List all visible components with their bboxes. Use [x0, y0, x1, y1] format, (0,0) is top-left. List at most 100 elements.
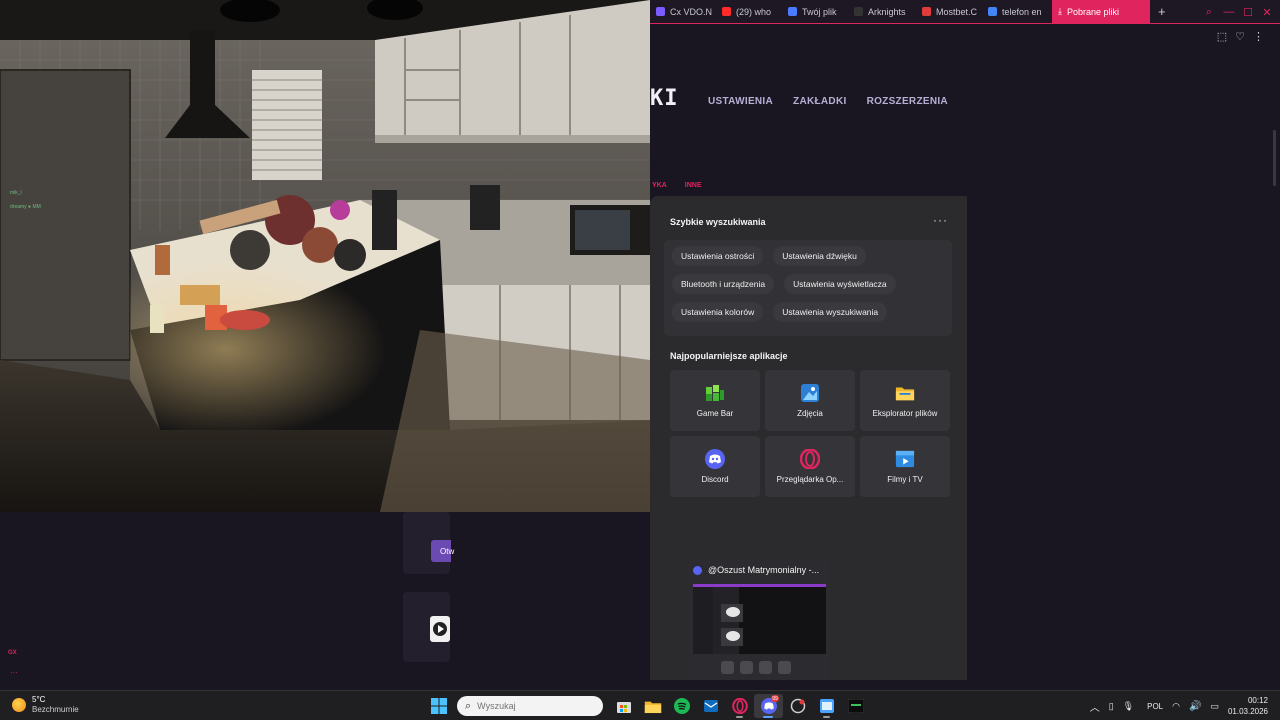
browser-tab[interactable]: Cx VDO.N: [650, 0, 716, 24]
browser-tab[interactable]: Twój plik: [782, 0, 848, 24]
system-tray: ︿ ▯ 🎙 POL ◠ 🔊 ▭ 00:12 01.03.2026: [1090, 691, 1280, 720]
app-label: Przeglądarka Op...: [776, 475, 844, 484]
browser-tab[interactable]: Arknights: [848, 0, 916, 24]
sub-link-other[interactable]: INNE: [685, 182, 702, 189]
sub-link-1[interactable]: YKA: [652, 182, 667, 189]
opera-gx-icon: [731, 698, 748, 714]
microphone-icon[interactable]: [740, 661, 753, 674]
clock[interactable]: 00:12 01.03.2026: [1228, 695, 1268, 717]
close-button[interactable]: ✕: [1258, 0, 1276, 24]
game-overlay-text: mik_l dreamy ● MM: [10, 186, 41, 214]
game-bar-icon: [705, 383, 725, 403]
taskbar-opera-gx[interactable]: [725, 694, 754, 718]
windows-icon: [430, 698, 447, 714]
app-game-bar[interactable]: Game Bar: [670, 370, 760, 431]
tab-label: (29) who: [736, 6, 772, 17]
taskbar-mail[interactable]: [696, 694, 725, 718]
more-options-icon[interactable]: ···: [933, 213, 948, 227]
nav-extensions[interactable]: ROZSZERZENIA: [867, 96, 948, 107]
window-app-icon: [819, 699, 834, 713]
page-title: KI: [650, 86, 679, 111]
nav-bookmarks[interactable]: ZAKŁADKI: [793, 96, 847, 107]
camera-icon[interactable]: [721, 661, 734, 674]
opera-icon: [800, 449, 820, 469]
disconnect-icon[interactable]: [778, 661, 791, 674]
chip-bluetooth-devices[interactable]: Bluetooth i urządzenia: [672, 274, 775, 294]
chip-color-settings[interactable]: Ustawienia kolorów: [672, 302, 764, 322]
chip-search-settings[interactable]: Ustawienia wyszukiwania: [773, 302, 888, 322]
maximize-button[interactable]: ☐: [1239, 0, 1257, 24]
menu-icon[interactable]: ⋮: [1253, 30, 1264, 43]
sub-nav: YKA INNE: [652, 182, 702, 189]
browser-tab[interactable]: Mostbet.C: [916, 0, 982, 24]
chip-display-settings[interactable]: Ustawienia wyświetlacza: [784, 274, 896, 294]
app-films-tv[interactable]: Filmy i TV: [860, 436, 950, 497]
app-circle-icon: [790, 698, 805, 714]
tab-label: Mostbet.C: [936, 6, 978, 17]
play-icon[interactable]: [430, 616, 450, 642]
language-indicator[interactable]: POL: [1147, 702, 1163, 711]
new-tab-button[interactable]: +: [1150, 4, 1174, 19]
discord-window-preview[interactable]: @Oszust Matrymonialny -...: [687, 560, 830, 680]
wifi-icon[interactable]: ◠: [1172, 701, 1180, 712]
scrollbar[interactable]: [1273, 130, 1276, 186]
tab-label: Twój plik: [802, 6, 837, 17]
app-photos[interactable]: Zdjęcia: [765, 370, 855, 431]
kitchen-scene: [0, 0, 650, 512]
chevron-up-icon[interactable]: ︿: [1090, 699, 1100, 714]
preview-controls: [721, 661, 791, 674]
heart-icon[interactable]: ♡: [1235, 30, 1245, 43]
chip-sound-settings[interactable]: Ustawienia dźwięku: [773, 246, 866, 266]
app-discord[interactable]: Discord: [670, 436, 760, 497]
spotify-icon: [673, 698, 690, 714]
taskbar-terminal[interactable]: [841, 694, 870, 718]
taskbar-store[interactable]: [609, 694, 638, 718]
top-apps-title: Najpopularniejsze aplikacje: [670, 351, 788, 361]
search-tabs-icon[interactable]: ⌕: [1200, 0, 1218, 24]
taskbar-discord[interactable]: 99: [754, 694, 783, 718]
tab-favicon-icon: [922, 7, 931, 16]
search-input[interactable]: [477, 701, 588, 711]
chip-focus-settings[interactable]: Ustawienia ostrości: [672, 246, 764, 266]
start-button[interactable]: [424, 694, 453, 718]
weather-sun-icon: [12, 698, 26, 712]
tab-favicon-icon: [854, 7, 863, 16]
taskbar-spotify[interactable]: [667, 694, 696, 718]
minimize-button[interactable]: —: [1220, 0, 1238, 24]
taskbar-search[interactable]: ⌕: [457, 696, 603, 716]
microphone-icon[interactable]: 🎙: [1123, 701, 1134, 712]
discord-small-icon: [693, 565, 702, 575]
app-label: Eksplorator plików: [872, 409, 938, 418]
taskbar-app-window[interactable]: [812, 694, 841, 718]
app-file-explorer[interactable]: Eksplorator plików: [860, 370, 950, 431]
taskbar-file-explorer[interactable]: [638, 694, 667, 718]
nav-settings[interactable]: USTAWIENIA: [708, 96, 773, 107]
quick-searches-title: Szybkie wyszukiwania: [670, 217, 766, 227]
browser-tab[interactable]: telefon en: [982, 0, 1048, 24]
search-icon: ⌕: [465, 699, 472, 712]
download-icon: ⤓: [1058, 6, 1062, 16]
battery-icon[interactable]: ▭: [1210, 701, 1219, 712]
tab-label: Arknights: [868, 6, 906, 17]
snapshot-icon[interactable]: ⬚: [1217, 30, 1227, 43]
game-video: mik_l dreamy ● MM: [0, 0, 650, 512]
tab-downloads[interactable]: ⤓ Pobrane pliki: [1052, 0, 1150, 24]
tab-bar: ⤓ Pobrane pliki + Cx VDO.N (29) who Twój p…: [650, 0, 1280, 24]
app-label: Game Bar: [696, 409, 734, 418]
settings-nav: USTAWIENIA ZAKŁADKI ROZSZERZENIA: [708, 96, 948, 107]
gx-menu-dots[interactable]: ···: [10, 668, 18, 677]
open-button[interactable]: Otw: [431, 540, 454, 562]
app-label: Filmy i TV: [887, 475, 923, 484]
weather-widget[interactable]: 5°C Bezchmurnie: [12, 695, 79, 715]
folder-icon: [895, 383, 915, 403]
terminal-icon: [847, 699, 864, 713]
browser-tab[interactable]: (29) who: [716, 0, 782, 24]
app-opera[interactable]: Przeglądarka Op...: [765, 436, 855, 497]
preview-title: @Oszust Matrymonialny -...: [693, 565, 819, 575]
tab-label: Cx VDO.N: [670, 6, 713, 17]
volume-icon[interactable]: 🔊: [1189, 701, 1201, 712]
usb-icon[interactable]: ▯: [1109, 701, 1114, 712]
headphones-icon[interactable]: [759, 661, 772, 674]
taskbar-steam-app[interactable]: [783, 694, 812, 718]
taskbar-apps: ⌕ 99: [424, 694, 870, 718]
